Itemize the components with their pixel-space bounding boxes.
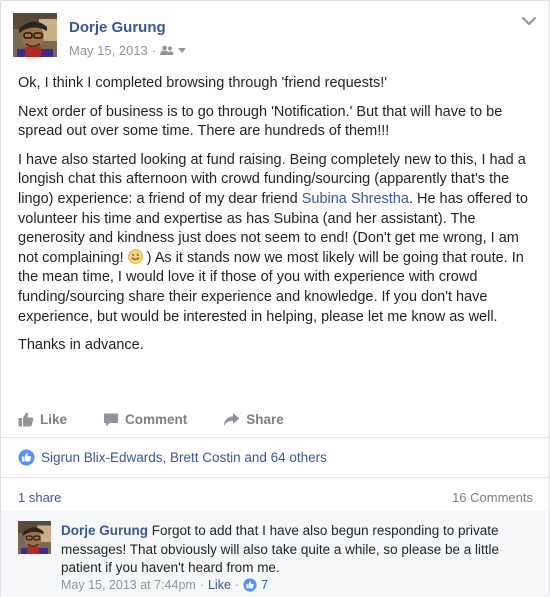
comment-avatar[interactable]	[18, 521, 51, 554]
like-label: Like	[40, 411, 68, 427]
comment-meta: May 15, 2013 at 7:44pm · Like · 7	[61, 578, 268, 592]
post-paragraph: Next order of business is to go through …	[18, 103, 503, 140]
action-bar: Like Comment Share	[18, 409, 284, 429]
comment-body: Dorje Gurung Forgot to add that I have a…	[61, 522, 531, 578]
meta-separator: ·	[199, 578, 204, 592]
like-badge-icon	[243, 578, 257, 592]
divider	[1, 437, 549, 438]
post-paragraph: Ok, I think I completed browsing through…	[18, 75, 388, 91]
post-body: Ok, I think I completed browsing through…	[18, 74, 538, 365]
post-paragraph: Thanks in advance.	[18, 337, 144, 354]
post-paragraph: I have also started looking at fund rais…	[18, 151, 538, 327]
post-author[interactable]: Dorje Gurung	[69, 19, 166, 36]
reactions-summary[interactable]: Sigrun Blix-Edwards, Brett Costin and 64…	[18, 449, 327, 466]
like-badge-icon	[18, 449, 35, 466]
chevron-down-icon[interactable]	[178, 47, 187, 54]
smile-emoticon-icon	[127, 248, 143, 264]
chevron-down-icon[interactable]	[521, 15, 537, 27]
share-label: Share	[246, 411, 284, 427]
reactions-text[interactable]: Sigrun Blix-Edwards, Brett Costin and 64…	[41, 450, 327, 465]
friends-icon[interactable]	[160, 45, 174, 56]
speech-bubble-icon	[104, 413, 119, 426]
comment-section: Dorje Gurung Forgot to add that I have a…	[1, 511, 549, 597]
comment-date[interactable]: May 15, 2013 at 7:44pm	[61, 578, 196, 592]
comment-button[interactable]: Comment	[103, 409, 187, 429]
meta-separator: ·	[151, 43, 157, 58]
comment-count[interactable]: 16 Comments	[452, 490, 533, 505]
divider	[1, 477, 549, 478]
avatar[interactable]	[13, 13, 57, 57]
comment-like-link[interactable]: Like	[208, 578, 231, 592]
like-button[interactable]: Like	[18, 409, 67, 429]
post-card: Dorje Gurung May 15, 2013 · Ok, I think …	[0, 0, 550, 597]
tagged-friend-link[interactable]: Subina Shrestha	[302, 191, 409, 207]
comment-like-count[interactable]: 7	[261, 578, 268, 592]
share-button[interactable]: Share	[223, 409, 284, 429]
share-count[interactable]: 1 share	[18, 490, 61, 505]
thumbs-up-icon	[18, 412, 34, 426]
post-date[interactable]: May 15, 2013	[69, 43, 148, 58]
post-meta: May 15, 2013 ·	[69, 43, 187, 58]
meta-separator: ·	[234, 578, 240, 592]
comment-label: Comment	[125, 411, 188, 427]
share-arrow-icon	[224, 412, 240, 426]
comment-author[interactable]: Dorje Gurung	[61, 523, 148, 538]
